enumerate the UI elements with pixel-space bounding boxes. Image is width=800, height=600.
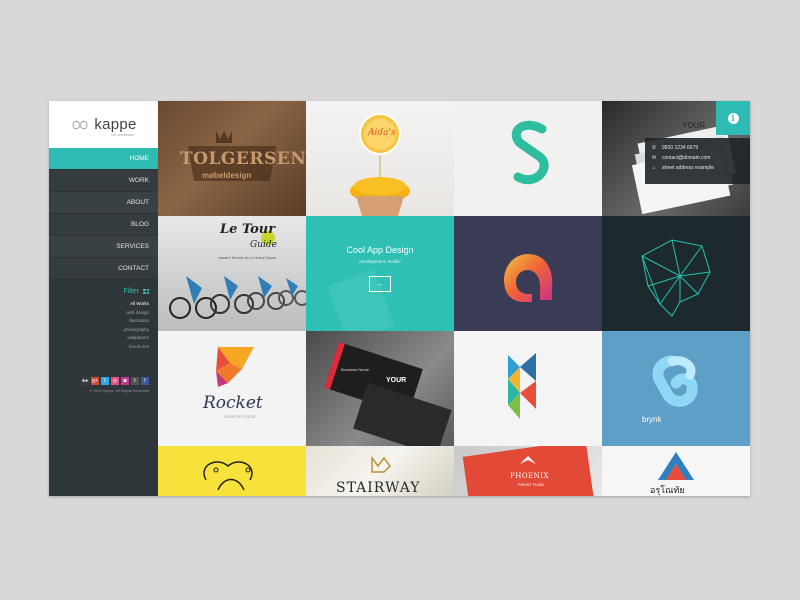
filter-item-illustration[interactable]: illustration xyxy=(49,317,158,326)
phoenix-cards xyxy=(462,446,594,496)
instagram-icon[interactable]: ◙ xyxy=(121,377,129,385)
stairway-wordmark: STAIRWAY xyxy=(336,480,421,496)
featured-open-button[interactable]: → xyxy=(369,276,391,292)
portfolio-tile-le-tour[interactable]: Le Tour Guide Insiders' Secrets for Le G… xyxy=(158,216,306,331)
portfolio-tile-loop-logo[interactable] xyxy=(454,216,602,331)
nav-item-contact[interactable]: CONTACT xyxy=(49,258,158,280)
home-icon: ⌂ xyxy=(652,165,656,171)
portfolio-tile-phoenix[interactable]: PHOENIX FRONT FUND xyxy=(454,446,602,496)
brand-name: kappe xyxy=(94,116,137,133)
phoenix-wordmark: PHOENIX xyxy=(510,472,550,480)
contact-popover: ✆ 9930 1234 6679 ✉ contact@domain.com ⌂ … xyxy=(645,138,750,184)
loop-logo-icon xyxy=(504,254,553,302)
geometric-head-icon xyxy=(641,239,711,317)
main-nav: HOME WORK ABOUT BLOG SERVICES CONTACT xyxy=(49,148,158,280)
brynk-logo-icon xyxy=(652,355,698,407)
filter-item-wallpapers[interactable]: wallpapers xyxy=(49,334,158,343)
portfolio-tile-cupcake[interactable]: Aida's xyxy=(306,101,454,216)
rocket-tagline: CREATIVE STUDIO xyxy=(224,415,256,419)
social-links: ●● g+ t ◎ ◙ t f xyxy=(49,377,158,385)
le-tour-subtitle: Guide xyxy=(250,240,277,250)
portfolio-tile-k-logo[interactable] xyxy=(454,331,602,446)
tumblr-icon[interactable]: t xyxy=(131,377,139,385)
le-tour-title: Le Tour xyxy=(220,222,276,237)
info-button[interactable]: i xyxy=(716,101,750,135)
cupcake-badge-text: Aida's xyxy=(368,128,396,138)
portfolio-tile-rocket[interactable]: Rocket CREATIVE STUDIO xyxy=(158,331,306,446)
rocket-logo-icon xyxy=(216,347,254,387)
tolgersen-title: TOLGERSEN xyxy=(180,149,306,169)
brynk-wordmark: brynk xyxy=(642,415,662,424)
tolgersen-subtitle: møbeldesign xyxy=(202,171,252,180)
filter-item-brochures[interactable]: brochures xyxy=(49,343,158,352)
portfolio-tile-yellow-lettering[interactable] xyxy=(158,446,306,496)
contact-address: street address example xyxy=(662,165,714,171)
nav-item-blog[interactable]: BLOG xyxy=(49,214,158,236)
card-brand-text: YOUR xyxy=(682,121,706,130)
filter-list: All Works web design illustration photog… xyxy=(49,300,158,351)
rocket-wordmark: Rocket xyxy=(203,393,263,413)
nav-item-about[interactable]: ABOUT xyxy=(49,192,158,214)
copyright: © 2014 Kappe. All Rights Reserved xyxy=(89,389,149,393)
k-logo-icon xyxy=(508,353,536,419)
logo[interactable]: kappe UX creatives xyxy=(49,101,158,148)
featured-tags: development, mobile xyxy=(359,259,401,264)
portfolio-tile-tolgersen[interactable]: TOLGERSEN møbeldesign xyxy=(158,101,306,216)
nav-item-home[interactable]: HOME xyxy=(49,148,158,170)
s-logo-icon xyxy=(511,120,549,184)
app-frame: kappe UX creatives HOME WORK ABOUT BLOG … xyxy=(49,101,750,496)
portfolio-tile-s-logo[interactable] xyxy=(454,101,602,216)
phoenix-tagline: FRONT FUND xyxy=(518,482,544,487)
portfolio-tile-featured[interactable]: Cool App Design development, mobile → xyxy=(306,216,454,331)
portfolio-tile-red-cards[interactable]: Business Name YOUR xyxy=(306,331,454,446)
portfolio-tile-stairway[interactable]: STAIRWAY xyxy=(306,446,454,496)
portfolio-tile-geometric-head[interactable] xyxy=(602,216,750,331)
filter-item-photography[interactable]: photography xyxy=(49,326,158,335)
card-name-text: Business Name xyxy=(341,367,370,372)
cupcake-illustration xyxy=(350,113,410,216)
info-icon: i xyxy=(727,112,739,124)
sidebar: kappe UX creatives HOME WORK ABOUT BLOG … xyxy=(49,101,158,496)
portfolio-tile-brynk[interactable]: brynk xyxy=(602,331,750,446)
filter-title: Filter xyxy=(123,288,139,295)
arrow-right-icon: → xyxy=(376,280,384,288)
red-business-cards xyxy=(324,341,452,446)
thai-wordmark: อรุโณทัย xyxy=(650,485,685,495)
le-tour-caption: Insiders' Secrets for Le Grand Depart xyxy=(218,256,276,260)
grid-icon xyxy=(143,288,150,295)
flickr-icon[interactable]: ●● xyxy=(81,377,89,385)
brand-tagline: UX creatives xyxy=(111,132,134,137)
twitter-icon[interactable]: t xyxy=(101,377,109,385)
filter-heading[interactable]: Filter xyxy=(49,288,158,295)
script-lettering xyxy=(203,461,253,491)
portfolio-tile-thai[interactable]: อรุโณทัย xyxy=(602,446,750,496)
facebook-icon[interactable]: f xyxy=(141,377,149,385)
filter-item-all-works[interactable]: All Works xyxy=(49,300,158,309)
logo-icon xyxy=(72,120,88,129)
card-your-text: YOUR xyxy=(386,377,407,384)
google-plus-icon[interactable]: g+ xyxy=(91,377,99,385)
dribbble-icon[interactable]: ◎ xyxy=(111,377,119,385)
phone-mockup-overlay xyxy=(328,270,394,331)
filter-item-web-design[interactable]: web design xyxy=(49,309,158,318)
nav-item-work[interactable]: WORK xyxy=(49,170,158,192)
contact-address-row: ⌂ street address example xyxy=(651,162,744,175)
nav-item-services[interactable]: SERVICES xyxy=(49,236,158,258)
featured-title: Cool App Design xyxy=(346,245,414,255)
